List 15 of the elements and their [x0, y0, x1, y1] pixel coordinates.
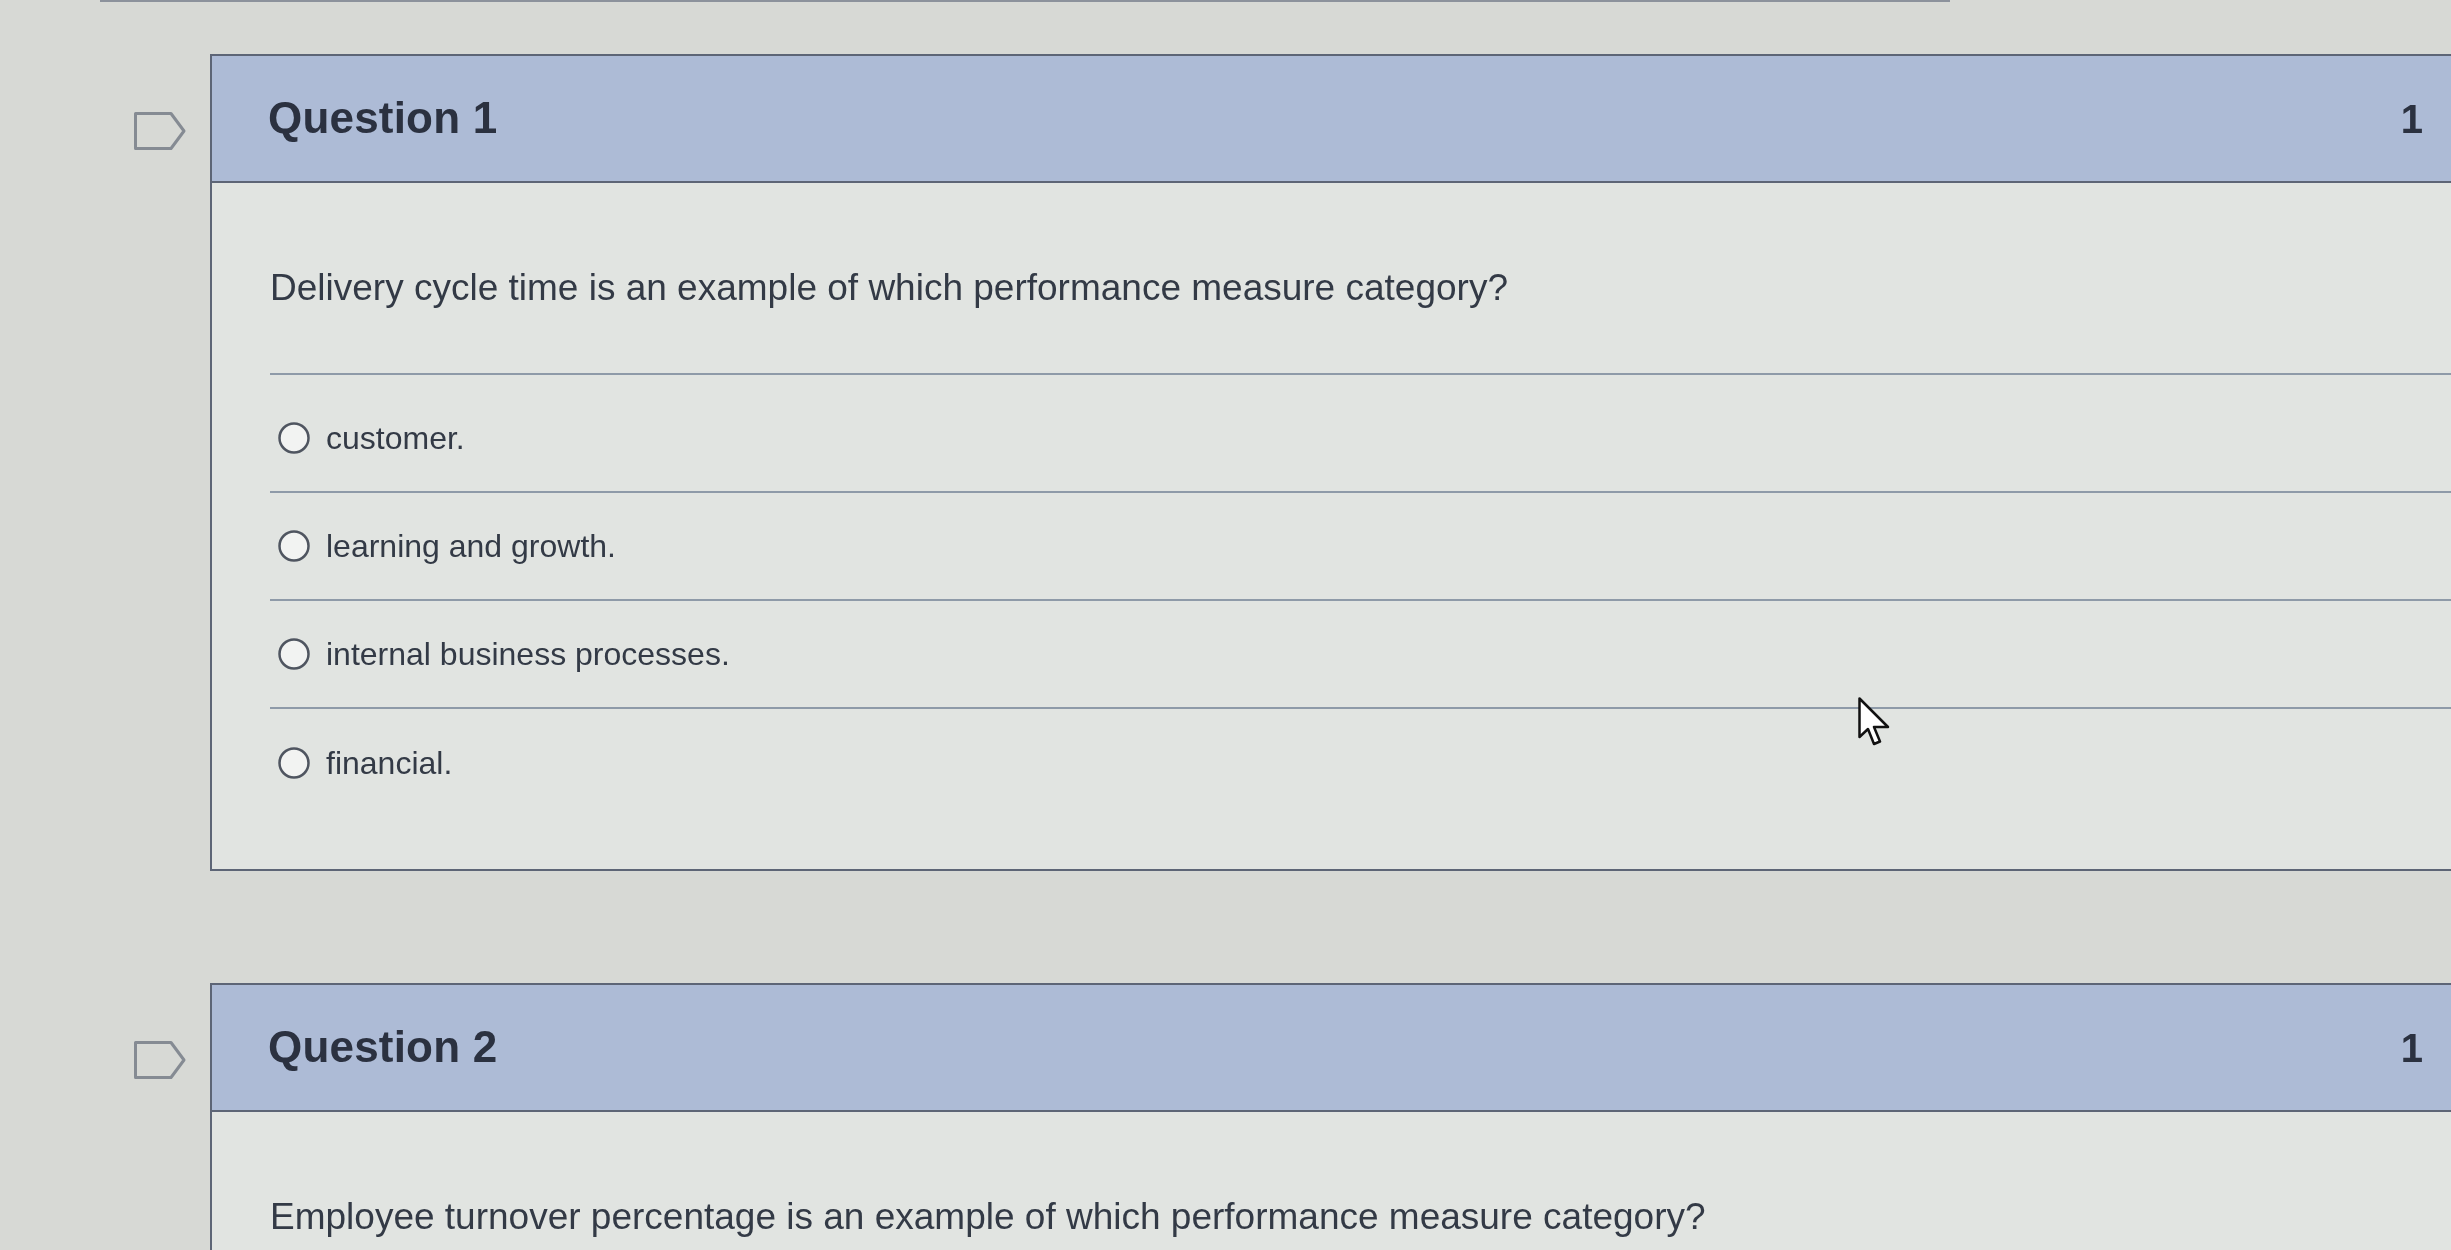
question-text: Delivery cycle time is an example of which performance measure category?	[270, 266, 1509, 310]
answer-text: financial.	[326, 744, 453, 783]
cursor-icon	[1858, 697, 1890, 747]
answer-text: customer.	[326, 419, 465, 458]
answer-text: internal business processes.	[326, 635, 730, 674]
radio-button[interactable]	[278, 530, 310, 562]
points-text: 1	[2400, 1024, 2423, 1072]
points-text: 1	[2400, 95, 2423, 143]
question-title: Question 1	[268, 92, 498, 145]
radio-button[interactable]	[278, 638, 310, 670]
question-text: Employee turnover percentage is an example of which performance measure category?	[270, 1195, 1707, 1239]
answer-text: learning and growth.	[326, 527, 616, 566]
radio-button[interactable]	[278, 422, 310, 454]
question-title: Question 2	[268, 1021, 498, 1074]
radio-button[interactable]	[278, 747, 310, 779]
